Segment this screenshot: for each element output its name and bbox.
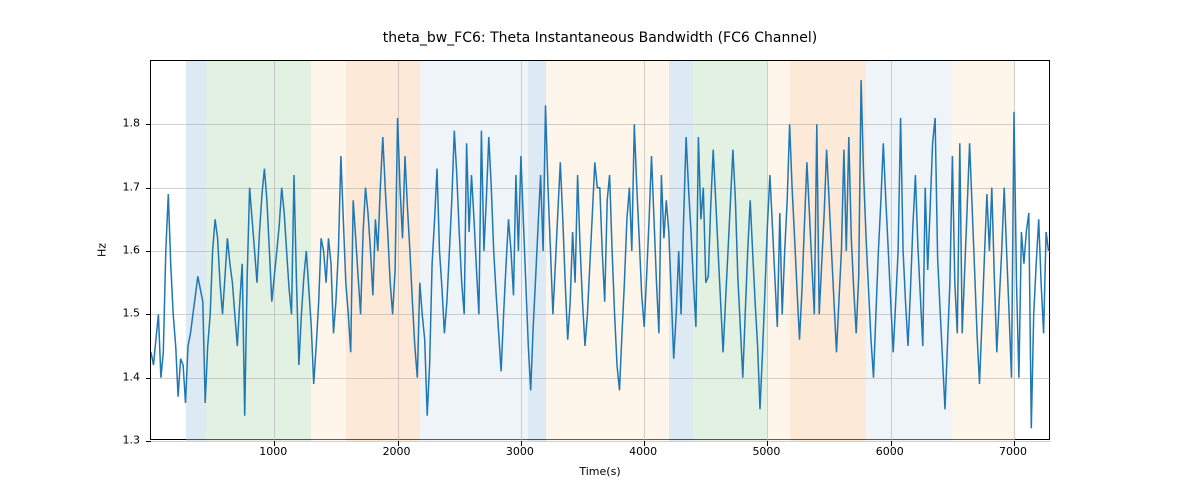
x-axis-label: Time(s): [150, 465, 1050, 478]
y-tick-label: 1.3: [100, 434, 140, 447]
chart-container: 1.31.41.51.61.71.8 100020003000400050006…: [150, 60, 1050, 440]
y-tick-label: 1.7: [100, 180, 140, 193]
y-tick-label: 1.5: [100, 307, 140, 320]
x-tick-label: 2000: [372, 445, 422, 458]
gridline-h: [151, 441, 1051, 442]
chart-title: theta_bw_FC6: Theta Instantaneous Bandwi…: [150, 30, 1050, 46]
x-tick-label: 6000: [865, 445, 915, 458]
x-tick-label: 5000: [741, 445, 791, 458]
x-tick-label: 4000: [618, 445, 668, 458]
plot-area: [150, 60, 1050, 440]
x-tick-label: 3000: [495, 445, 545, 458]
y-axis-label: Hz: [96, 243, 109, 257]
y-tick-mark: [146, 441, 151, 442]
y-tick-label: 1.8: [100, 117, 140, 130]
y-tick-label: 1.4: [100, 370, 140, 383]
x-tick-label: 7000: [988, 445, 1038, 458]
x-tick-label: 1000: [248, 445, 298, 458]
line-series: [151, 61, 1051, 441]
